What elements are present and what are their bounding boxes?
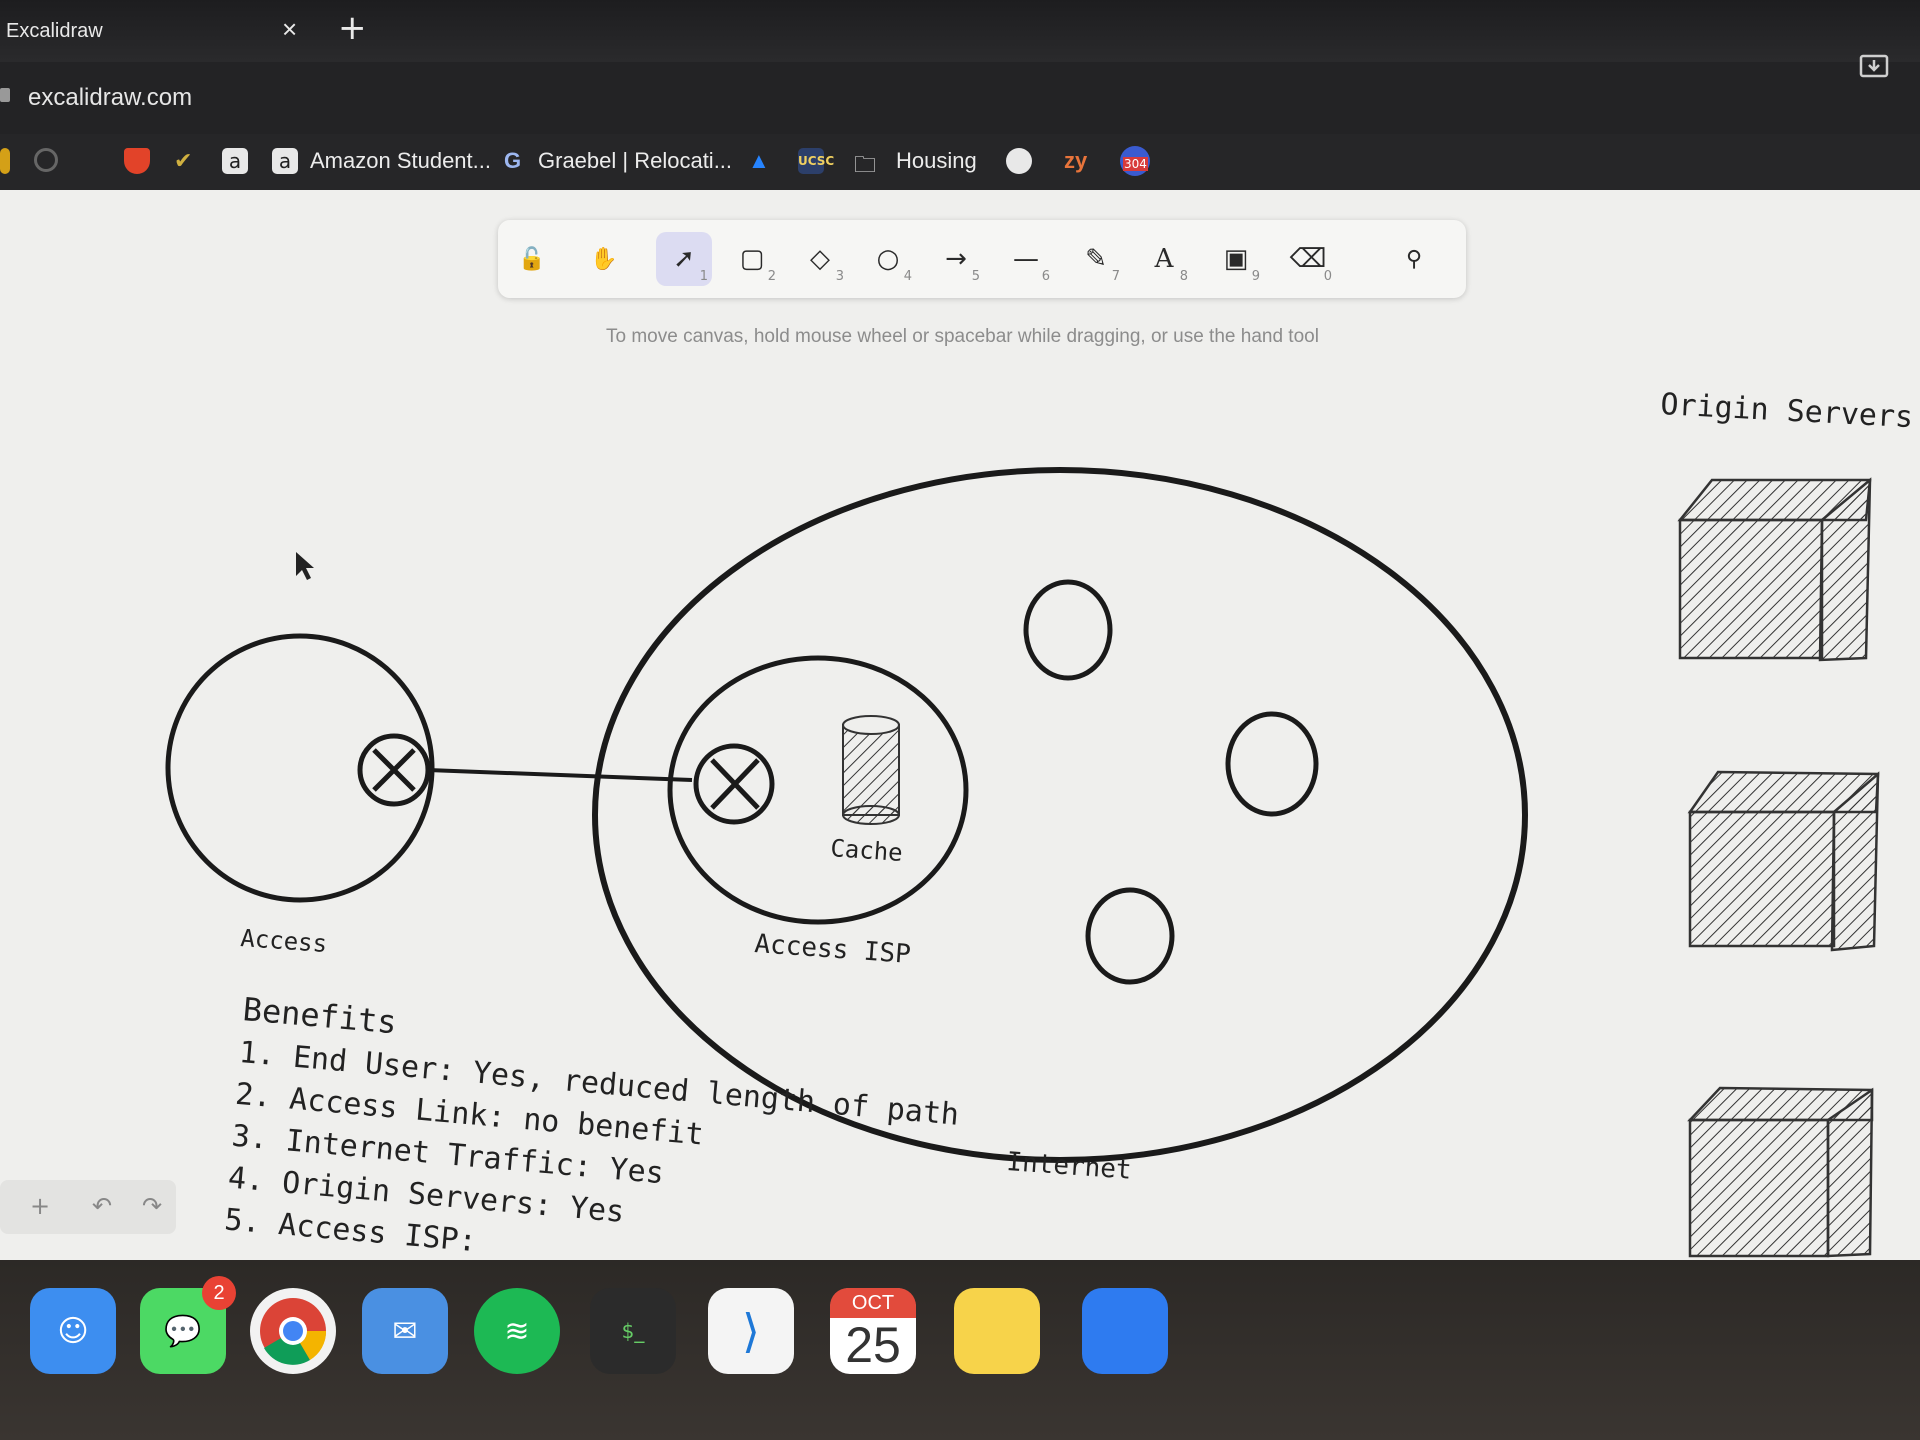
install-icon[interactable] <box>1858 52 1892 82</box>
origin-server-cube[interactable] <box>1677 477 1872 662</box>
cache-cylinder[interactable] <box>842 715 900 825</box>
cache-label[interactable]: Cache <box>830 834 904 867</box>
folder-icon[interactable]: 🗀 <box>854 148 876 186</box>
route-icon[interactable]: 304 <box>1120 146 1150 176</box>
tab-close-icon[interactable]: × <box>282 14 297 45</box>
chrome-icon[interactable] <box>250 1288 336 1374</box>
internet-ellipse[interactable] <box>592 467 1528 1163</box>
mouse-cursor-icon <box>296 552 314 580</box>
bookmark-icon[interactable] <box>0 148 10 174</box>
finder-icon[interactable]: ☺ <box>30 1288 116 1374</box>
drawing-layer: Origin Servers Access Cache Access ISP I… <box>165 387 1914 1259</box>
mail-icon[interactable]: ✉ <box>362 1288 448 1374</box>
amazon-icon[interactable]: a <box>222 148 248 174</box>
bookmark-housing[interactable]: Housing <box>896 148 977 174</box>
tab-title: Excalidraw <box>6 20 103 42</box>
app-store-icon[interactable] <box>1082 1288 1168 1374</box>
isp-router-cross <box>710 758 760 810</box>
messages-badge: 2 <box>202 1276 236 1310</box>
vscode-icon[interactable]: ⟩ <box>708 1288 794 1374</box>
origin-server-cube[interactable] <box>1687 1086 1874 1258</box>
google-icon[interactable]: G <box>504 148 521 174</box>
chrome-logo <box>260 1298 327 1365</box>
access-isp-ellipse[interactable] <box>667 655 969 925</box>
zoom-in-button[interactable]: + <box>30 1192 50 1220</box>
route-number: 304 <box>1123 157 1148 171</box>
amazon-icon[interactable]: a <box>272 148 298 174</box>
origin-servers-label[interactable]: Origin Servers <box>1660 387 1914 435</box>
excalidraw-canvas[interactable]: 🔓 ✋ ➚ 1 ▢ 2 ◇ 3 ○ 4 → 5 — 6 ✎ 7 A 8 ▣ 9 … <box>0 190 1920 1260</box>
notes-icon[interactable] <box>954 1288 1040 1374</box>
access-isp-label[interactable]: Access ISP <box>754 929 912 970</box>
gitlab-icon[interactable] <box>124 148 150 174</box>
bookmarks-bar: ✔ a a Amazon Student... G Graebel | Relo… <box>0 134 1920 190</box>
benefits-title: Benefits <box>241 990 398 1041</box>
origin-server-cube[interactable] <box>1687 770 1880 952</box>
calendar-icon[interactable]: OCT 25 <box>830 1288 916 1374</box>
internet-router-node[interactable] <box>1225 711 1319 817</box>
calendar-day: 25 <box>845 1317 901 1373</box>
tab-excalidraw[interactable]: Excalidraw × <box>0 0 310 62</box>
new-tab-button[interactable]: + <box>338 8 367 48</box>
ucsc-icon[interactable]: UCSC <box>798 148 834 174</box>
github-icon[interactable] <box>1006 148 1032 174</box>
zoom-undo-panel: + ↶ ↷ <box>0 1180 176 1234</box>
macos-dock: ☺ 💬 2 ✉ ≋ $_ ⟩ OCT 25 <box>0 1260 1920 1440</box>
bookmark-amazon-student[interactable]: Amazon Student... <box>310 148 491 174</box>
undo-button[interactable]: ↶ <box>92 1192 112 1220</box>
spotify-icon[interactable]: ≋ <box>474 1288 560 1374</box>
internet-router-node[interactable] <box>1085 887 1175 985</box>
url-field[interactable]: excalidraw.com <box>28 84 192 112</box>
zybooks-icon[interactable]: zy <box>1064 148 1087 174</box>
checkmark-icon[interactable]: ✔ <box>174 148 192 174</box>
address-bar: excalidraw.com <box>0 54 1920 134</box>
redo-button[interactable]: ↷ <box>142 1192 162 1220</box>
messages-icon[interactable]: 💬 2 <box>140 1276 236 1374</box>
terminal-icon[interactable]: $_ <box>590 1288 676 1374</box>
browser-tab-bar: Excalidraw × + <box>0 0 1920 62</box>
atlassian-icon[interactable]: ▲ <box>748 148 770 174</box>
internet-router-node[interactable] <box>1023 579 1113 681</box>
bookmark-graebel[interactable]: Graebel | Relocati... <box>538 148 732 174</box>
access-link-line[interactable] <box>427 768 693 782</box>
access-label[interactable]: Access <box>240 924 328 958</box>
refresh-icon[interactable] <box>34 148 58 172</box>
lock-icon[interactable] <box>0 88 10 102</box>
internet-label[interactable]: Internet <box>1006 1147 1133 1186</box>
access-router-cross <box>372 748 416 792</box>
calendar-month: OCT <box>830 1288 916 1318</box>
